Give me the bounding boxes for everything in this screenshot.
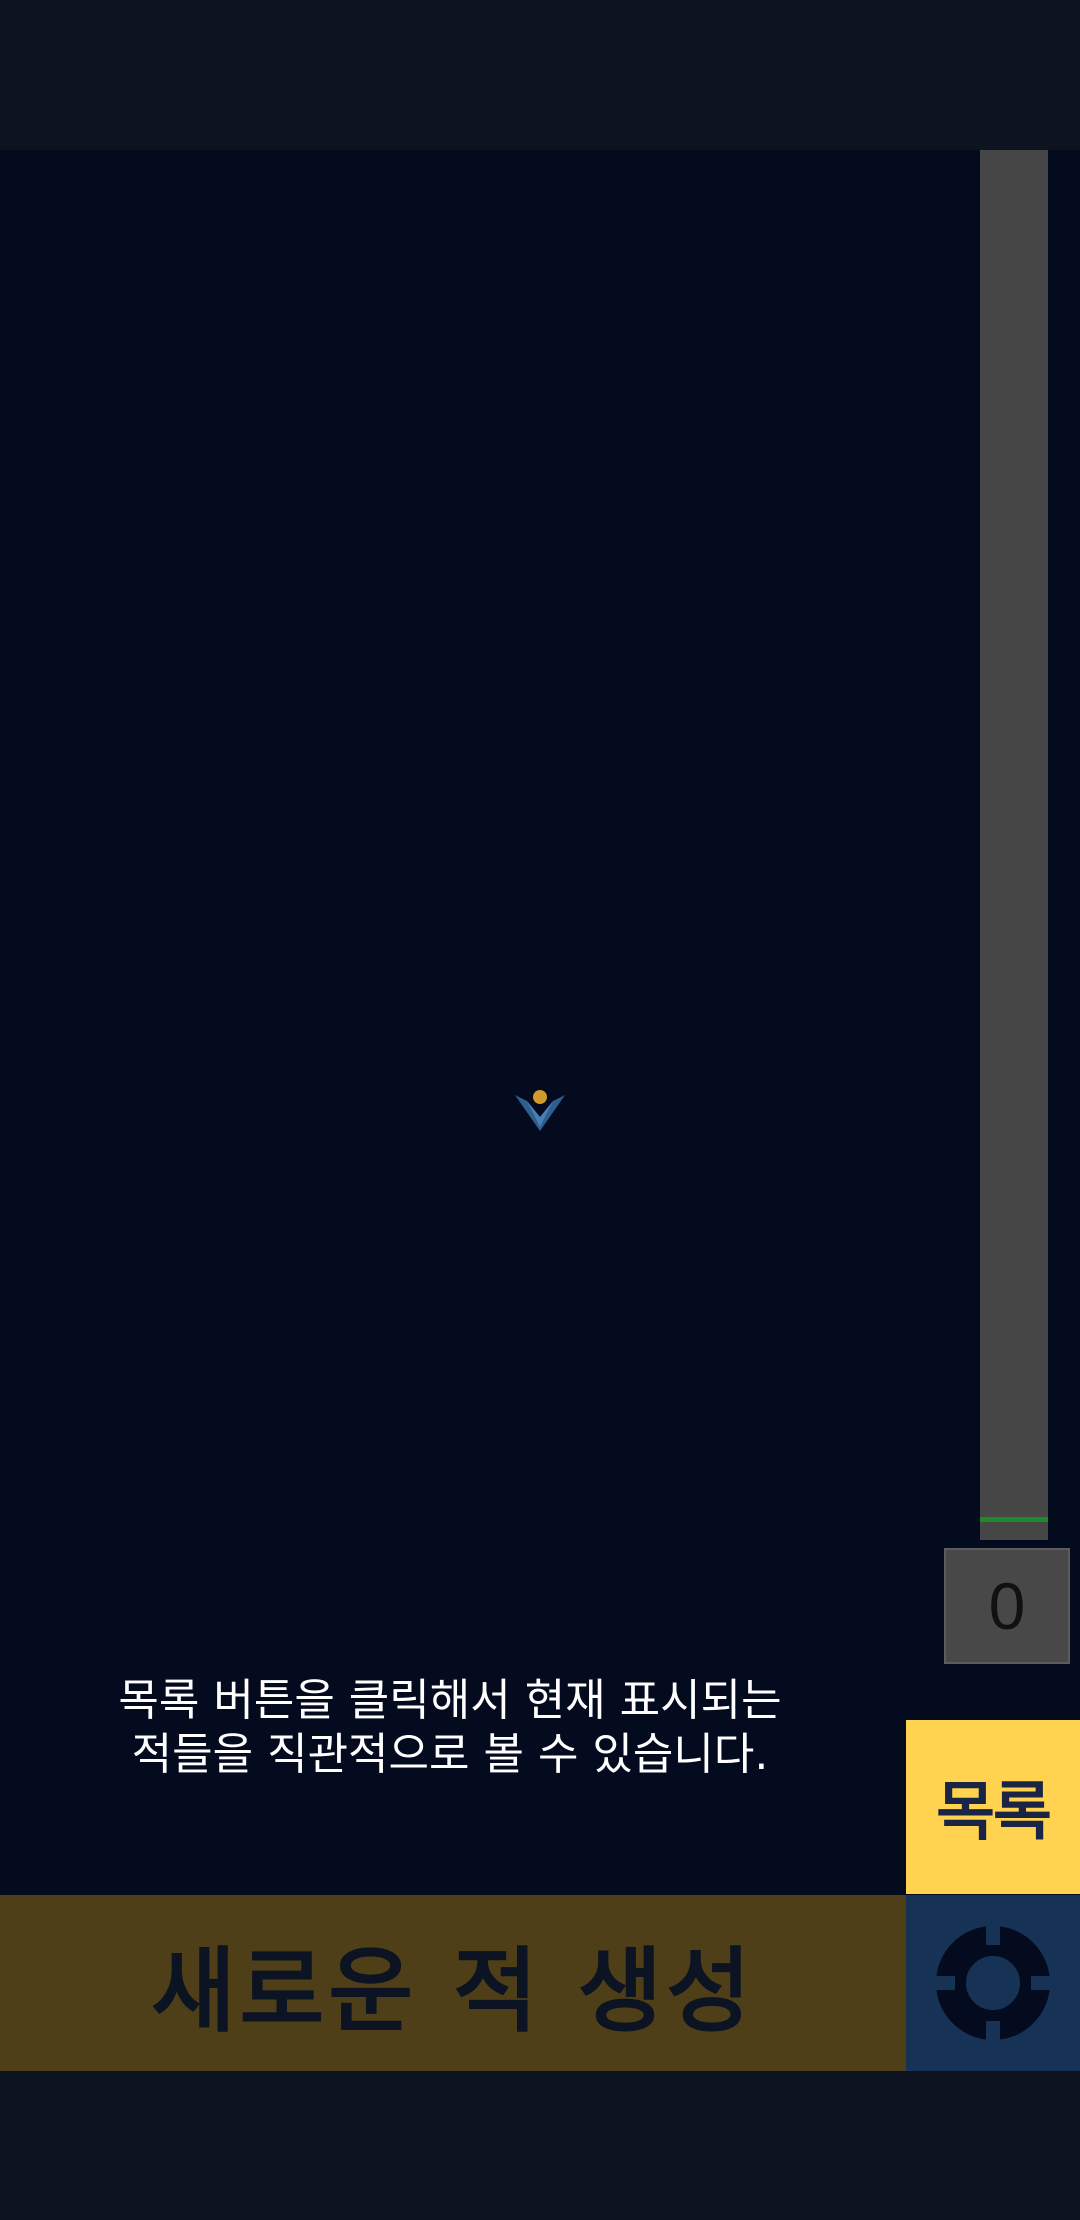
list-button[interactable]: 목록 (906, 1720, 1080, 1894)
spawn-enemy-button[interactable]: 새로운 적 생성 (0, 1895, 906, 2071)
player-ship-icon (515, 1090, 565, 1131)
bottom-bar (0, 2071, 1080, 2220)
gear-icon (933, 1923, 1053, 2043)
settings-button[interactable] (906, 1895, 1080, 2071)
score-counter: 0 (944, 1548, 1070, 1664)
top-bar (0, 0, 1080, 150)
power-gauge (980, 150, 1048, 1540)
hint-text: 목록 버튼을 클릭해서 현재 표시되는 적들을 직관적으로 볼 수 있습니다. (118, 1675, 782, 1780)
game-field[interactable] (0, 150, 1080, 1895)
game-screen: 0 목록 버튼을 클릭해서 현재 표시되는 적들을 직관적으로 볼 수 있습니다… (0, 0, 1080, 2220)
power-gauge-marker (980, 1517, 1048, 1522)
